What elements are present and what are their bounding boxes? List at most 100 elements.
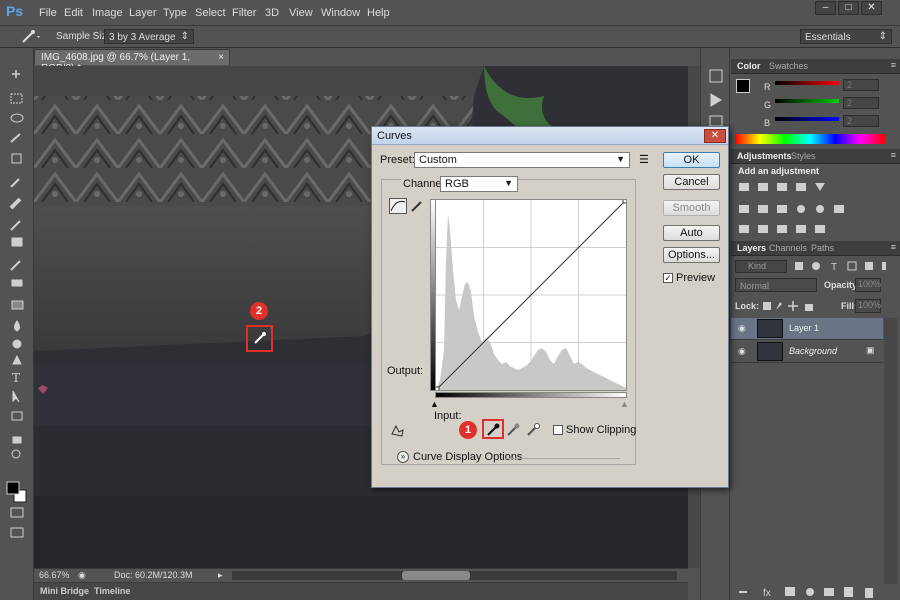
fill-input[interactable]: 100% [855,299,881,313]
panel-menu-icon[interactable]: ≡ [891,60,896,70]
on-image-adjust-icon[interactable] [390,424,406,438]
dialog-close-button[interactable]: ✕ [704,129,726,143]
tab-channels[interactable]: Channels [769,243,807,253]
white-point-eyedropper-icon[interactable] [526,423,540,437]
options-button[interactable]: Options... [663,247,720,263]
maximize-button[interactable]: □ [838,1,859,15]
menu-window[interactable]: Window [321,7,360,19]
channel-b-label: B [764,118,771,128]
tab-layers[interactable]: Layers [737,243,766,253]
layer-mask-icon [785,587,795,596]
tab-styles[interactable]: Styles [791,151,816,161]
blur-tool-icon [14,320,20,332]
curve-display-options-label[interactable]: Curve Display Options [413,451,522,463]
layers-scrollbar[interactable] [884,318,897,584]
layer-row-background[interactable]: ◉ Background ▣ [731,341,883,363]
menu-file[interactable]: File [39,7,57,19]
input-label: Input: [434,410,462,422]
red-value[interactable]: 2 [843,79,879,91]
tab-mini-bridge[interactable]: Mini Bridge [40,586,89,596]
lasso-tool-icon [10,113,24,123]
tab-timeline[interactable]: Timeline [94,586,130,596]
gradient-tool-icon [11,300,24,310]
green-slider[interactable] [775,99,839,103]
panel-menu-icon[interactable]: ≡ [891,150,896,160]
scrollbar-thumb[interactable] [402,571,470,580]
blue-slider[interactable] [775,117,839,121]
menu-layer[interactable]: Layer [129,7,157,19]
minimize-button[interactable]: – [815,1,836,15]
close-tab-icon[interactable]: × [218,52,224,63]
close-window-button[interactable]: ✕ [861,1,882,15]
visibility-eye-icon[interactable]: ◉ [738,346,746,357]
auto-button[interactable]: Auto [663,225,720,241]
cancel-button[interactable]: Cancel [663,174,720,190]
layers-footer-icons: fx [739,587,873,599]
blend-mode-value: Normal [740,281,770,291]
tab-swatches[interactable]: Swatches [769,61,808,71]
quick-select-tool-icon [10,133,21,143]
panel-menu-icon[interactable]: ≡ [891,242,896,252]
curve-graph[interactable] [433,197,629,393]
color-spectrum-bar[interactable] [735,134,885,144]
sample-size-select[interactable]: 3 by 3 Average ⇕ [104,29,194,44]
history-brush-tool-icon [10,260,21,271]
menu-view[interactable]: View [289,7,313,19]
red-slider[interactable] [775,81,839,85]
status-info-icon[interactable]: ◉ [78,570,86,581]
curve-draw-pencil-icon[interactable] [410,199,424,213]
opacity-input[interactable]: 100% [855,278,881,292]
workspace-select[interactable]: Essentials ⇕ [800,29,892,44]
gray-point-eyedropper-icon[interactable] [506,423,520,437]
filter-shape-icon [847,261,857,271]
posterize-icon [758,225,768,233]
smooth-button[interactable]: Smooth [663,200,720,216]
black-white-icon [777,205,787,213]
menu-3d[interactable]: 3D [265,7,279,19]
eyedropper-tool-preset-icon[interactable] [20,30,42,44]
white-input-slider-icon[interactable]: ▲ [620,399,629,409]
blend-mode-select[interactable]: Normal [735,278,817,292]
layer-row-layer-1[interactable]: ◉ Layer 1 [731,318,883,340]
green-value[interactable]: 2 [843,97,879,109]
clone-stamp-tool-icon [11,237,23,247]
photo-filter-icon [797,205,805,213]
expand-display-options-icon[interactable]: » [397,451,409,463]
document-tab[interactable]: IMG_4608.jpg @ 66.7% (Layer 1, RGB/8) * … [34,49,230,74]
black-point-eyedropper-icon[interactable] [486,423,500,437]
show-clipping-checkbox[interactable] [553,425,563,435]
status-arrow-icon[interactable]: ▸ [218,570,223,581]
channel-select[interactable]: RGB ▼ [440,176,518,192]
tab-paths[interactable]: Paths [811,243,834,253]
lock-icon: ▣ [866,345,875,355]
menu-edit[interactable]: Edit [64,7,83,19]
blue-value[interactable]: 2 [843,115,879,127]
layer-kind-filter[interactable]: Kind [735,260,787,273]
preset-select[interactable]: Custom ▼ [414,152,630,168]
menu-help[interactable]: Help [367,7,390,19]
layers-panel: Kind T Normal Opacity: 100% Lock: Fill: … [731,257,900,600]
delete-layer-icon [865,588,873,598]
black-input-slider-icon[interactable]: ▲ [430,399,439,409]
horizontal-scrollbar[interactable] [232,571,677,580]
preset-options-icon[interactable]: ☰ [639,153,649,166]
preview-checkbox[interactable]: ✓ [663,273,673,283]
doc-size[interactable]: Doc: 60.2M/120.3M [114,570,193,580]
menu-image[interactable]: Image [92,7,123,19]
tab-color[interactable]: Color [737,61,761,71]
tab-adjustments[interactable]: Adjustments [737,151,792,161]
menu-type[interactable]: Type [163,7,187,19]
layer-name[interactable]: Background [789,346,837,356]
curve-edit-points-icon[interactable] [389,198,407,214]
vibrance-icon [815,183,825,191]
menu-filter[interactable]: Filter [232,7,256,19]
menu-select[interactable]: Select [195,7,226,19]
layer-name[interactable]: Layer 1 [789,323,819,333]
lock-transparent-icon [763,302,771,310]
foreground-swatch[interactable] [736,79,750,93]
zoom-level[interactable]: 66.67% [39,570,70,580]
ok-button[interactable]: OK [663,152,720,168]
color-panel: R 2 G 2 B 2 [731,75,900,149]
visibility-eye-icon[interactable]: ◉ [738,323,746,334]
eyedropper-cursor-icon [254,332,266,344]
